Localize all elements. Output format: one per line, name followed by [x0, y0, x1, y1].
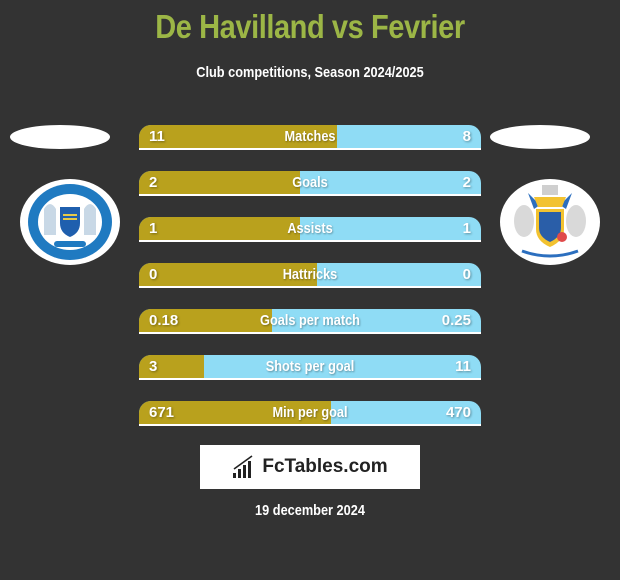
left-team-crest-icon[interactable] — [20, 179, 120, 265]
page-subtitle: Club competitions, Season 2024/2025 — [196, 64, 424, 81]
fctables-logo-link[interactable]: FcTables.com — [200, 445, 420, 489]
stat-row-goals: Goals 2 2 — [139, 171, 481, 196]
left-value: 2 — [149, 174, 158, 191]
left-value: 0.18 — [149, 312, 179, 329]
right-player-badge — [490, 125, 590, 149]
right-value: 8 — [462, 128, 471, 145]
stat-row-hattricks: Hattricks 0 0 — [139, 263, 481, 288]
stat-row-assists: Assists 1 1 — [139, 217, 481, 242]
left-value: 1 — [149, 220, 158, 237]
stat-row-min-per-goal: Min per goal 671 470 — [139, 401, 481, 426]
stat-label: Goals — [292, 174, 328, 191]
left-value: 0 — [149, 266, 158, 283]
left-value: 3 — [149, 358, 158, 375]
right-value: 11 — [455, 358, 471, 375]
stat-label: Goals per match — [260, 312, 360, 329]
bar-chart-icon — [233, 455, 253, 478]
stat-label: Hattricks — [282, 266, 338, 283]
stat-row-goals-per-match: Goals per match 0.18 0.25 — [139, 309, 481, 334]
stat-row-shots-per-goal: Shots per goal 3 11 — [139, 355, 481, 380]
stat-label: Matches — [284, 128, 336, 145]
left-value: 11 — [149, 128, 165, 145]
right-value: 470 — [445, 404, 471, 421]
right-team-crest-icon[interactable] — [500, 179, 600, 265]
date-label: 19 december 2024 — [255, 502, 365, 519]
logo-text: FcTables.com — [262, 456, 388, 477]
right-value: 0 — [462, 266, 471, 283]
stat-label: Shots per goal — [265, 358, 355, 375]
stat-row-matches: Matches 11 8 — [139, 125, 481, 150]
right-value: 0.25 — [441, 312, 471, 329]
page-title: De Havilland vs Fevrier — [155, 8, 465, 45]
left-value: 671 — [149, 404, 175, 421]
comparison-card: De Havilland vs Fevrier Club competition… — [0, 0, 620, 580]
stat-label: Min per goal — [272, 404, 348, 421]
right-value: 2 — [462, 174, 471, 191]
right-value: 1 — [462, 220, 471, 237]
stat-label: Assists — [287, 220, 333, 237]
left-player-badge — [10, 125, 110, 149]
